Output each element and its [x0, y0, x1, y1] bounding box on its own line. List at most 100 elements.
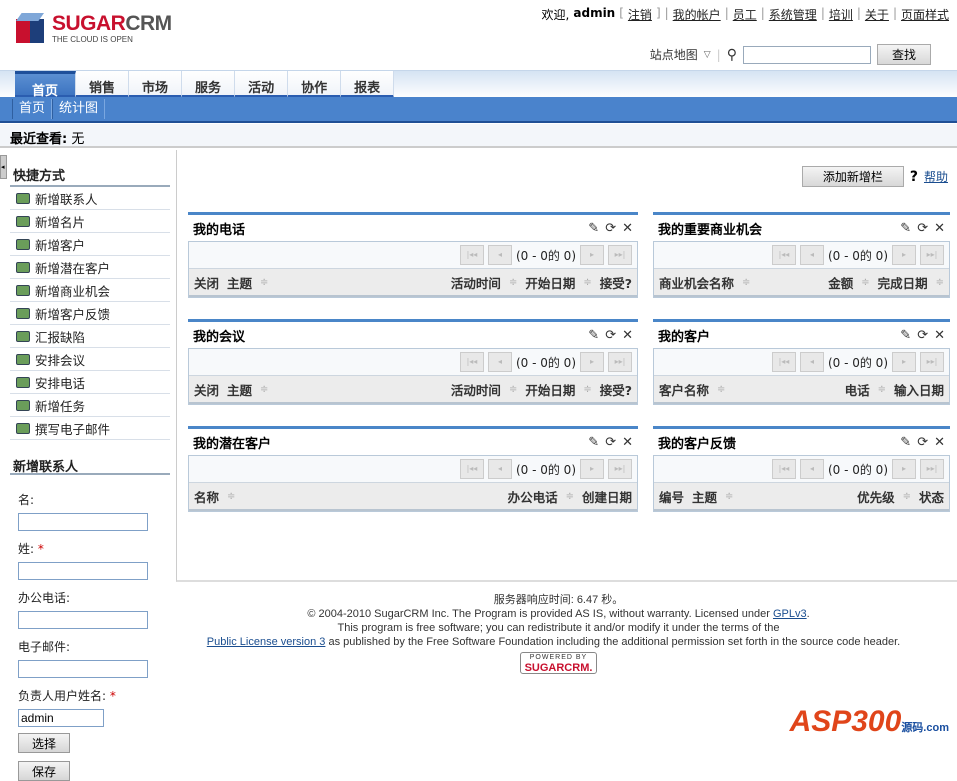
shortcut-item[interactable]: 新增商业机会 — [10, 279, 170, 302]
prev-page-button[interactable]: ◂ — [487, 459, 512, 479]
prev-page-button[interactable]: ◂ — [799, 352, 824, 372]
training-link[interactable]: 培训 — [829, 6, 853, 23]
prev-page-button[interactable]: ◂ — [487, 352, 512, 372]
sort-icon[interactable]: ≑ — [260, 277, 268, 288]
my-account-link[interactable]: 我的帐户 — [673, 6, 721, 23]
first-page-button[interactable]: |◂◂ — [771, 459, 796, 479]
last-page-button[interactable]: ▸▸| — [608, 352, 632, 372]
tab-collaboration[interactable]: 协作 — [288, 71, 342, 98]
owner-input[interactable] — [18, 709, 104, 727]
sort-icon[interactable]: ≑ — [566, 491, 574, 502]
column-header[interactable]: 办公电话 — [508, 487, 558, 506]
employees-link[interactable]: 员工 — [733, 6, 757, 23]
column-header[interactable]: 输入日期 — [894, 380, 944, 399]
first-page-button[interactable]: |◂◂ — [771, 352, 796, 372]
next-page-button[interactable]: ▸ — [580, 459, 604, 479]
edit-icon[interactable]: ✎ — [900, 435, 911, 450]
add-dashlet-button[interactable]: 添加新增栏 — [801, 166, 904, 187]
tab-marketing[interactable]: 市场 — [129, 71, 183, 98]
office-phone-input[interactable] — [18, 611, 148, 629]
refresh-icon[interactable]: ⟳ — [605, 328, 616, 343]
edit-icon[interactable]: ✎ — [588, 435, 599, 450]
gpl-link[interactable]: GPLv3 — [773, 608, 807, 620]
sort-icon[interactable]: ≑ — [742, 277, 750, 288]
column-header[interactable]: 完成日期 — [878, 273, 928, 292]
tab-home[interactable]: 首页 — [15, 71, 77, 99]
admin-link[interactable]: 系统管理 — [769, 6, 817, 23]
sidebar-collapse-handle[interactable]: ◂ — [0, 155, 7, 179]
next-page-button[interactable]: ▸ — [892, 459, 916, 479]
last-page-button[interactable]: ▸▸| — [920, 459, 944, 479]
prev-page-button[interactable]: ◂ — [487, 245, 512, 265]
shortcut-item[interactable]: 新增联系人 — [10, 187, 170, 210]
sort-icon[interactable]: ≑ — [583, 384, 591, 395]
shortcut-item[interactable]: 新增潜在客户 — [10, 256, 170, 279]
refresh-icon[interactable]: ⟳ — [917, 328, 928, 343]
refresh-icon[interactable]: ⟳ — [917, 221, 928, 236]
last-name-input[interactable] — [18, 562, 148, 580]
edit-icon[interactable]: ✎ — [900, 328, 911, 343]
select-button[interactable]: 选择 — [18, 733, 70, 753]
powered-by-logo[interactable]: POWERED BY SUGARCRM. — [519, 652, 598, 674]
save-button[interactable]: 保存 — [18, 761, 70, 781]
prev-page-button[interactable]: ◂ — [799, 459, 824, 479]
sugarcrm-logo[interactable]: SUGARCRM THE CLOUD IS OPEN — [16, 13, 172, 44]
sort-icon[interactable]: ≑ — [509, 277, 517, 288]
tab-sales[interactable]: 销售 — [76, 71, 130, 98]
last-page-button[interactable]: ▸▸| — [920, 245, 944, 265]
first-page-button[interactable]: |◂◂ — [459, 459, 484, 479]
edit-icon[interactable]: ✎ — [900, 221, 911, 236]
first-page-button[interactable]: |◂◂ — [771, 245, 796, 265]
close-icon[interactable]: ✕ — [622, 328, 633, 343]
subnav-home[interactable]: 首页 — [12, 99, 53, 119]
prev-page-button[interactable]: ◂ — [799, 245, 824, 265]
shortcut-item[interactable]: 新增任务 — [10, 394, 170, 417]
close-icon[interactable]: ✕ — [622, 221, 633, 236]
sort-icon[interactable]: ≑ — [583, 277, 591, 288]
next-page-button[interactable]: ▸ — [892, 352, 916, 372]
shortcut-item[interactable]: 汇报缺陷 — [10, 325, 170, 348]
last-page-button[interactable]: ▸▸| — [608, 459, 632, 479]
email-input[interactable] — [18, 660, 148, 678]
close-icon[interactable]: ✕ — [934, 221, 945, 236]
sort-icon[interactable]: ≑ — [227, 491, 235, 502]
first-page-button[interactable]: |◂◂ — [459, 352, 484, 372]
shortcut-item[interactable]: 新增名片 — [10, 210, 170, 233]
license-link[interactable]: Public License version 3 — [207, 636, 326, 648]
sort-icon[interactable]: ≑ — [717, 384, 725, 395]
edit-icon[interactable]: ✎ — [588, 221, 599, 236]
tab-activities[interactable]: 活动 — [235, 71, 289, 98]
search-input[interactable] — [742, 45, 871, 64]
tab-support[interactable]: 服务 — [182, 71, 236, 98]
column-header[interactable]: 开始日期 — [525, 380, 575, 399]
column-header[interactable]: 开始日期 — [525, 273, 575, 292]
sitemap-link[interactable]: 站点地图 — [650, 46, 698, 63]
shortcut-item[interactable]: 新增客户反馈 — [10, 302, 170, 325]
edit-icon[interactable]: ✎ — [588, 328, 599, 343]
shortcut-item[interactable]: 安排会议 — [10, 348, 170, 371]
next-page-button[interactable]: ▸ — [580, 352, 604, 372]
close-icon[interactable]: ✕ — [934, 328, 945, 343]
column-header[interactable]: 状态 — [919, 487, 944, 506]
shortcut-item[interactable]: 新增客户 — [10, 233, 170, 256]
column-header[interactable]: 活动时间 — [451, 380, 501, 399]
sort-icon[interactable]: ≑ — [903, 491, 911, 502]
sort-icon[interactable]: ≑ — [861, 277, 869, 288]
close-icon[interactable]: ✕ — [934, 435, 945, 450]
column-header[interactable]: 关闭 — [194, 380, 219, 399]
column-header[interactable]: 优先级 — [857, 487, 895, 506]
sort-icon[interactable]: ≑ — [878, 384, 886, 395]
column-header[interactable]: 商业机会名称 — [659, 273, 734, 292]
last-page-button[interactable]: ▸▸| — [608, 245, 632, 265]
sort-icon[interactable]: ≑ — [936, 277, 944, 288]
column-header[interactable]: 编号 — [659, 487, 684, 506]
close-icon[interactable]: ✕ — [622, 435, 633, 450]
column-header[interactable]: 主题 — [692, 487, 717, 506]
shortcut-item[interactable]: 安排电话 — [10, 371, 170, 394]
chevron-down-icon[interactable]: ▽ — [704, 50, 711, 60]
column-header[interactable]: 接受? — [600, 380, 632, 399]
next-page-button[interactable]: ▸ — [580, 245, 604, 265]
column-header[interactable]: 电话 — [845, 380, 870, 399]
refresh-icon[interactable]: ⟳ — [605, 221, 616, 236]
column-header[interactable]: 名称 — [194, 487, 219, 506]
